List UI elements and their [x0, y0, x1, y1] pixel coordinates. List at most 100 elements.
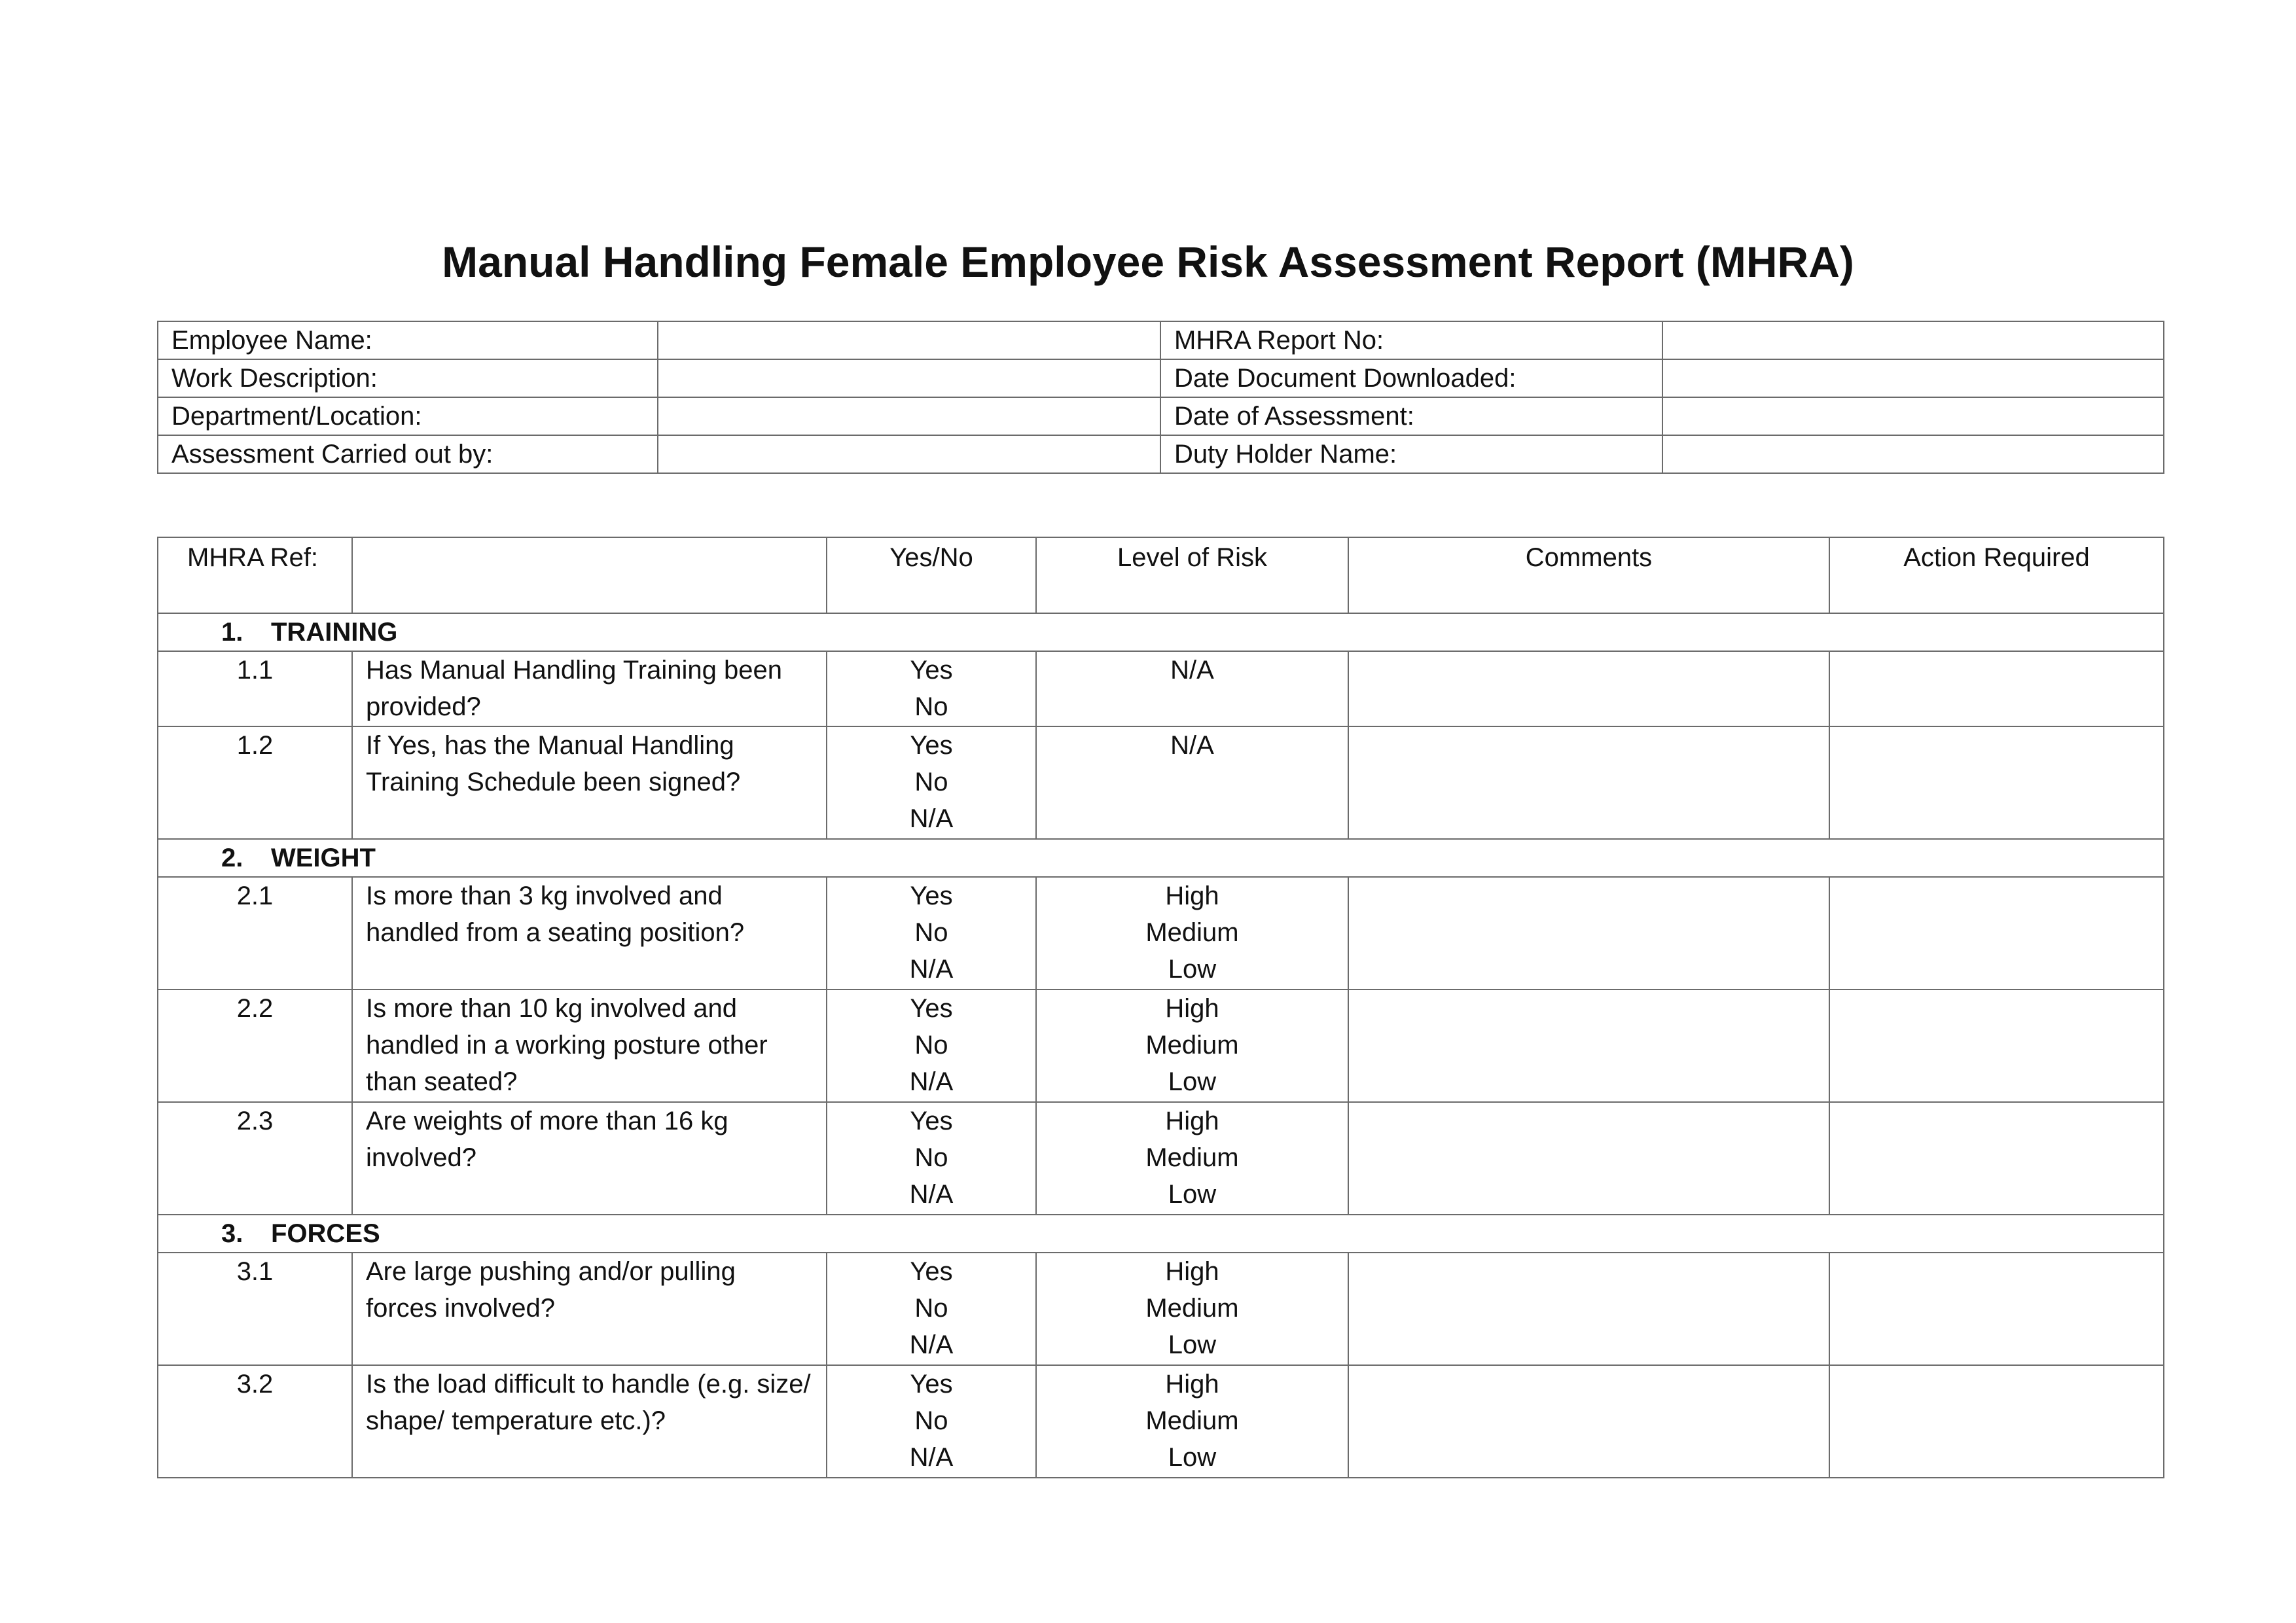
header-question: [351, 537, 827, 614]
risk-options[interactable]: High Medium Low: [1035, 876, 1349, 990]
option-yes[interactable]: Yes: [827, 1253, 1035, 1290]
option-na[interactable]: N/A: [827, 1327, 1035, 1363]
option-na[interactable]: N/A: [827, 1176, 1035, 1213]
table-row: 3.1 Are large pushing and/or pulling for…: [157, 1252, 2164, 1366]
row-ref: 2.1: [157, 876, 353, 990]
duty-holder-label: Duty Holder Name:: [1160, 435, 1663, 474]
duty-holder-field[interactable]: [1662, 435, 2164, 474]
work-description-field[interactable]: [657, 359, 1161, 398]
risk-high[interactable]: High: [1037, 1366, 1348, 1402]
info-row: Assessment Carried out by: Duty Holder N…: [157, 435, 2164, 474]
work-description-label: Work Description:: [157, 359, 658, 398]
assessor-label: Assessment Carried out by:: [157, 435, 658, 474]
section-number: 3.: [221, 1219, 243, 1248]
option-na[interactable]: N/A: [827, 1439, 1035, 1476]
option-no[interactable]: No: [827, 688, 1035, 725]
option-yes[interactable]: Yes: [827, 1103, 1035, 1139]
yes-no-options[interactable]: Yes No N/A: [826, 989, 1037, 1103]
table-row: 1.2 If Yes, has the Manual Handling Trai…: [157, 726, 2164, 840]
yes-no-options[interactable]: Yes No N/A: [826, 1101, 1037, 1215]
page-title: Manual Handling Female Employee Risk Ass…: [442, 238, 1854, 286]
comments-cell[interactable]: [1348, 1252, 1830, 1366]
yes-no-options[interactable]: Yes No: [826, 651, 1037, 727]
action-cell[interactable]: [1829, 651, 2164, 727]
date-of-assessment-field[interactable]: [1662, 397, 2164, 436]
risk-low[interactable]: Low: [1037, 1176, 1348, 1213]
row-ref: 3.1: [157, 1252, 353, 1366]
risk-na[interactable]: N/A: [1037, 727, 1348, 764]
risk-medium[interactable]: Medium: [1037, 914, 1348, 951]
action-cell[interactable]: [1829, 1252, 2164, 1366]
section-heading-forces: 3. FORCES: [157, 1214, 2164, 1253]
comments-cell[interactable]: [1348, 726, 1830, 840]
info-row: Employee Name: MHRA Report No:: [157, 321, 2164, 360]
section-heading-weight: 2. WEIGHT: [157, 838, 2164, 878]
report-no-field[interactable]: [1662, 321, 2164, 360]
risk-options[interactable]: High Medium Low: [1035, 1252, 1349, 1366]
date-of-assessment-label: Date of Assessment:: [1160, 397, 1663, 436]
option-na[interactable]: N/A: [827, 951, 1035, 988]
section-name: WEIGHT: [271, 844, 376, 872]
action-cell[interactable]: [1829, 989, 2164, 1103]
yes-no-options[interactable]: Yes No N/A: [826, 726, 1037, 840]
assessor-field[interactable]: [657, 435, 1161, 474]
action-cell[interactable]: [1829, 726, 2164, 840]
risk-low[interactable]: Low: [1037, 951, 1348, 988]
employee-name-field[interactable]: [657, 321, 1161, 360]
option-yes[interactable]: Yes: [827, 727, 1035, 764]
option-yes[interactable]: Yes: [827, 1366, 1035, 1402]
yes-no-options[interactable]: Yes No N/A: [826, 1364, 1037, 1478]
section-heading-training: 1. TRAINING: [157, 613, 2164, 652]
comments-cell[interactable]: [1348, 1101, 1830, 1215]
risk-medium[interactable]: Medium: [1037, 1139, 1348, 1176]
comments-cell[interactable]: [1348, 876, 1830, 990]
risk-options[interactable]: High Medium Low: [1035, 1364, 1349, 1478]
risk-options[interactable]: N/A: [1035, 726, 1349, 840]
risk-medium[interactable]: Medium: [1037, 1402, 1348, 1439]
action-cell[interactable]: [1829, 1101, 2164, 1215]
risk-high[interactable]: High: [1037, 878, 1348, 914]
risk-medium[interactable]: Medium: [1037, 1290, 1348, 1327]
yes-no-options[interactable]: Yes No N/A: [826, 876, 1037, 990]
row-ref: 2.3: [157, 1101, 353, 1215]
risk-high[interactable]: High: [1037, 1103, 1348, 1139]
option-na[interactable]: N/A: [827, 800, 1035, 837]
risk-options[interactable]: High Medium Low: [1035, 989, 1349, 1103]
header-yes-no: Yes/No: [826, 537, 1037, 614]
risk-high[interactable]: High: [1037, 1253, 1348, 1290]
option-yes[interactable]: Yes: [827, 652, 1035, 688]
employee-info-table: Employee Name: MHRA Report No: Work Desc…: [157, 321, 2164, 474]
option-yes[interactable]: Yes: [827, 990, 1035, 1027]
date-downloaded-field[interactable]: [1662, 359, 2164, 398]
option-na[interactable]: N/A: [827, 1063, 1035, 1100]
option-no[interactable]: No: [827, 1290, 1035, 1327]
risk-na[interactable]: N/A: [1037, 652, 1348, 688]
action-cell[interactable]: [1829, 1364, 2164, 1478]
row-question: Is more than 10 kg involved and handled …: [351, 989, 827, 1103]
comments-cell[interactable]: [1348, 651, 1830, 727]
action-cell[interactable]: [1829, 876, 2164, 990]
department-location-label: Department/Location:: [157, 397, 658, 436]
risk-low[interactable]: Low: [1037, 1439, 1348, 1476]
option-yes[interactable]: Yes: [827, 878, 1035, 914]
option-no[interactable]: No: [827, 764, 1035, 800]
option-no[interactable]: No: [827, 1139, 1035, 1176]
row-ref: 1.1: [157, 651, 353, 727]
table-header-row: MHRA Ref: Yes/No Level of Risk Comments …: [157, 537, 2164, 614]
risk-options[interactable]: High Medium Low: [1035, 1101, 1349, 1215]
comments-cell[interactable]: [1348, 1364, 1830, 1478]
risk-options[interactable]: N/A: [1035, 651, 1349, 727]
risk-medium[interactable]: Medium: [1037, 1027, 1348, 1063]
risk-high[interactable]: High: [1037, 990, 1348, 1027]
yes-no-options[interactable]: Yes No N/A: [826, 1252, 1037, 1366]
section-title: 1. TRAINING: [157, 613, 2164, 652]
risk-low[interactable]: Low: [1037, 1063, 1348, 1100]
employee-name-label: Employee Name:: [157, 321, 658, 360]
option-no[interactable]: No: [827, 1027, 1035, 1063]
department-location-field[interactable]: [657, 397, 1161, 436]
comments-cell[interactable]: [1348, 989, 1830, 1103]
header-level-of-risk: Level of Risk: [1035, 537, 1349, 614]
risk-low[interactable]: Low: [1037, 1327, 1348, 1363]
option-no[interactable]: No: [827, 1402, 1035, 1439]
option-no[interactable]: No: [827, 914, 1035, 951]
